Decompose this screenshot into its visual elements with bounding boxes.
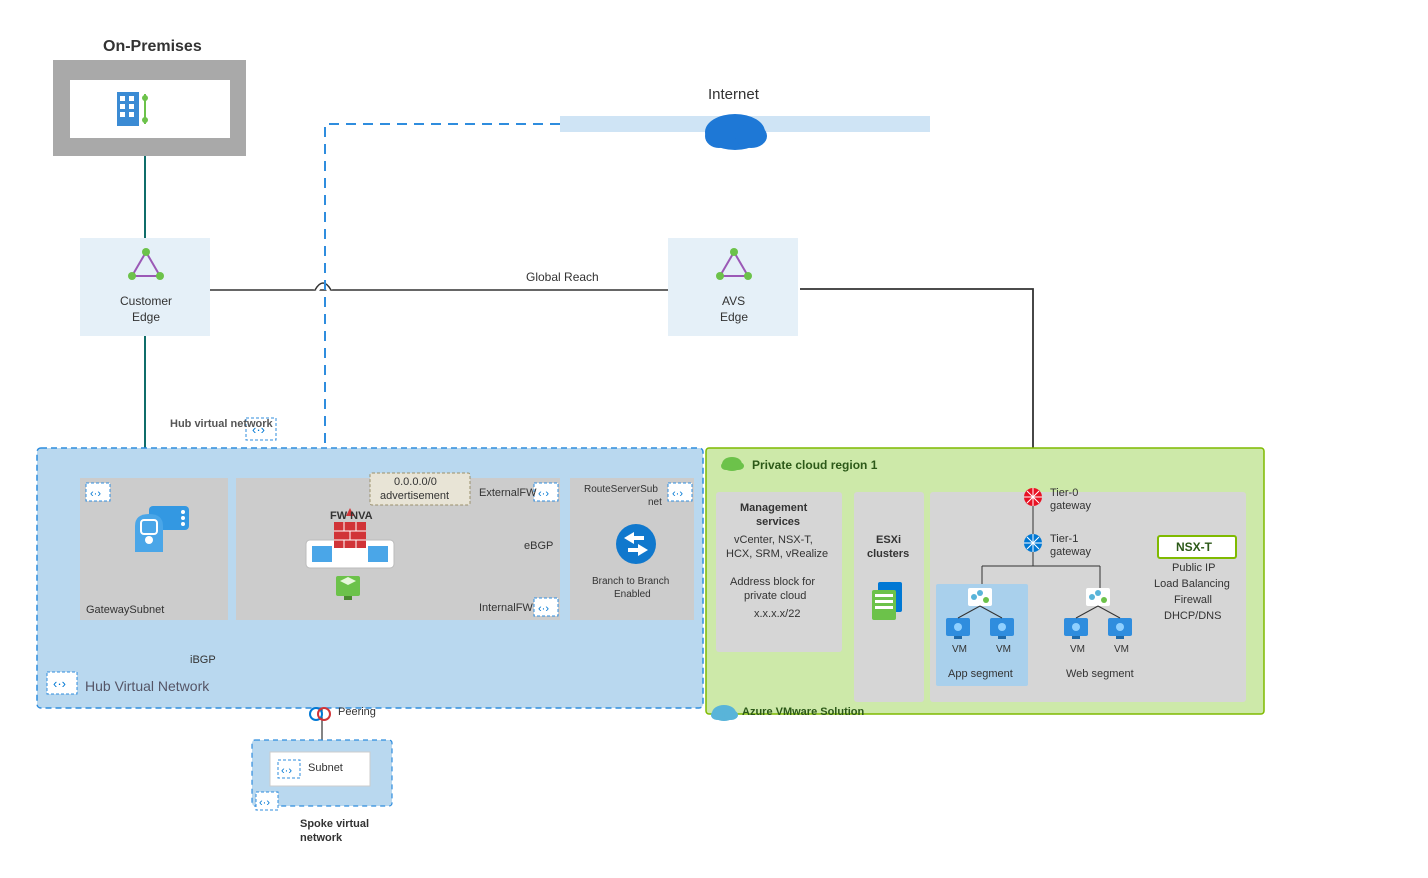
svg-text:‹·›: ‹·› bbox=[90, 488, 101, 500]
spoke-l1: Spoke virtual bbox=[300, 818, 369, 830]
vm-icon bbox=[1064, 618, 1088, 639]
tier1-gateway-icon bbox=[1024, 534, 1042, 552]
svg-text:‹·›: ‹·› bbox=[259, 797, 270, 809]
tier0-l1: Tier-0 bbox=[1050, 487, 1078, 499]
avs-edge-l2: Edge bbox=[720, 310, 748, 324]
tier1-l2: gateway bbox=[1050, 546, 1091, 558]
nsx-l3: Firewall bbox=[1174, 594, 1212, 606]
route-server-icon bbox=[616, 524, 656, 564]
esxi-l1: ESXi bbox=[876, 534, 901, 546]
svg-text:‹·›: ‹·› bbox=[281, 765, 292, 777]
mgmt-b4: private cloud bbox=[744, 590, 806, 602]
customer-edge-l2: Edge bbox=[132, 310, 160, 324]
internet-label: Internet bbox=[708, 86, 759, 103]
vnet-c-icon-web bbox=[1086, 588, 1110, 606]
hub-vnet-small-label: Hub virtual network bbox=[170, 418, 273, 430]
vm-label-1: VM bbox=[952, 644, 967, 655]
peering-icon bbox=[310, 708, 330, 720]
svg-text:‹·›: ‹·› bbox=[672, 488, 683, 500]
avs-edge-l1: AVS bbox=[722, 294, 745, 308]
global-reach-label: Global Reach bbox=[526, 270, 599, 284]
mgmt-h2: services bbox=[756, 516, 800, 528]
esxi-l2: clusters bbox=[867, 548, 909, 560]
vm-label-2: VM bbox=[996, 644, 1011, 655]
default-route-l2: advertisement bbox=[380, 490, 449, 502]
line-internet-dashed bbox=[325, 124, 560, 460]
peering-label: Peering bbox=[338, 706, 376, 718]
avs-label: Azure VMware Solution bbox=[742, 706, 864, 718]
tier0-gateway-icon bbox=[1024, 488, 1042, 506]
rs-subnet-l1: RouteServerSub bbox=[584, 484, 658, 495]
hub-vnet-big-label: Hub Virtual Network bbox=[85, 678, 209, 694]
nsx-l2: Load Balancing bbox=[1154, 578, 1230, 590]
nsx-t-label: NSX-T bbox=[1176, 540, 1212, 554]
onprem-title: On-Premises bbox=[103, 38, 202, 56]
mgmt-h1: Management bbox=[740, 502, 807, 514]
vm-label-4: VM bbox=[1114, 644, 1129, 655]
branch-l2: Enabled bbox=[614, 589, 651, 600]
nsx-l4: DHCP/DNS bbox=[1164, 610, 1221, 622]
fw-nva-label: FW NVA bbox=[330, 510, 373, 522]
svg-text:‹·›: ‹·› bbox=[53, 676, 66, 691]
mgmt-b1: vCenter, NSX-T, bbox=[734, 534, 813, 546]
customer-edge-l1: Customer bbox=[118, 294, 174, 308]
mgmt-b3: Address block for bbox=[730, 576, 815, 588]
rs-subnet-l2: net bbox=[648, 497, 662, 508]
private-cloud-region-label: Private cloud region 1 bbox=[752, 458, 877, 472]
mgmt-b5: x.x.x.x/22 bbox=[754, 608, 800, 620]
ibgp-label: iBGP bbox=[190, 654, 216, 666]
vm-icon bbox=[990, 618, 1014, 639]
spoke-l2: network bbox=[300, 832, 342, 844]
vm-label-3: VM bbox=[1070, 644, 1085, 655]
spoke-subnet-label: Subnet bbox=[308, 762, 343, 774]
onprem-inner bbox=[70, 80, 230, 138]
tier1-l1: Tier-1 bbox=[1050, 533, 1078, 545]
app-segment-label: App segment bbox=[948, 668, 1013, 680]
vm-icon bbox=[1108, 618, 1132, 639]
svg-text:‹·›: ‹·› bbox=[538, 603, 549, 615]
default-route-l1: 0.0.0.0/0 bbox=[394, 476, 437, 488]
branch-l1: Branch to Branch bbox=[592, 576, 669, 587]
internal-fw-label: InternalFW bbox=[479, 602, 533, 614]
svg-text:‹·›: ‹·› bbox=[538, 488, 549, 500]
vnet-c-icon-app bbox=[968, 588, 992, 606]
nsx-l1: Public IP bbox=[1172, 562, 1215, 574]
vm-icon bbox=[946, 618, 970, 639]
web-segment-label: Web segment bbox=[1066, 668, 1134, 680]
gateway-subnet-label: GatewaySubnet bbox=[86, 604, 164, 616]
mgmt-b2: HCX, SRM, vRealize bbox=[726, 548, 828, 560]
ebgp-label: eBGP bbox=[524, 540, 553, 552]
external-fw-label: ExternalFW bbox=[479, 487, 536, 499]
tier0-l2: gateway bbox=[1050, 500, 1091, 512]
